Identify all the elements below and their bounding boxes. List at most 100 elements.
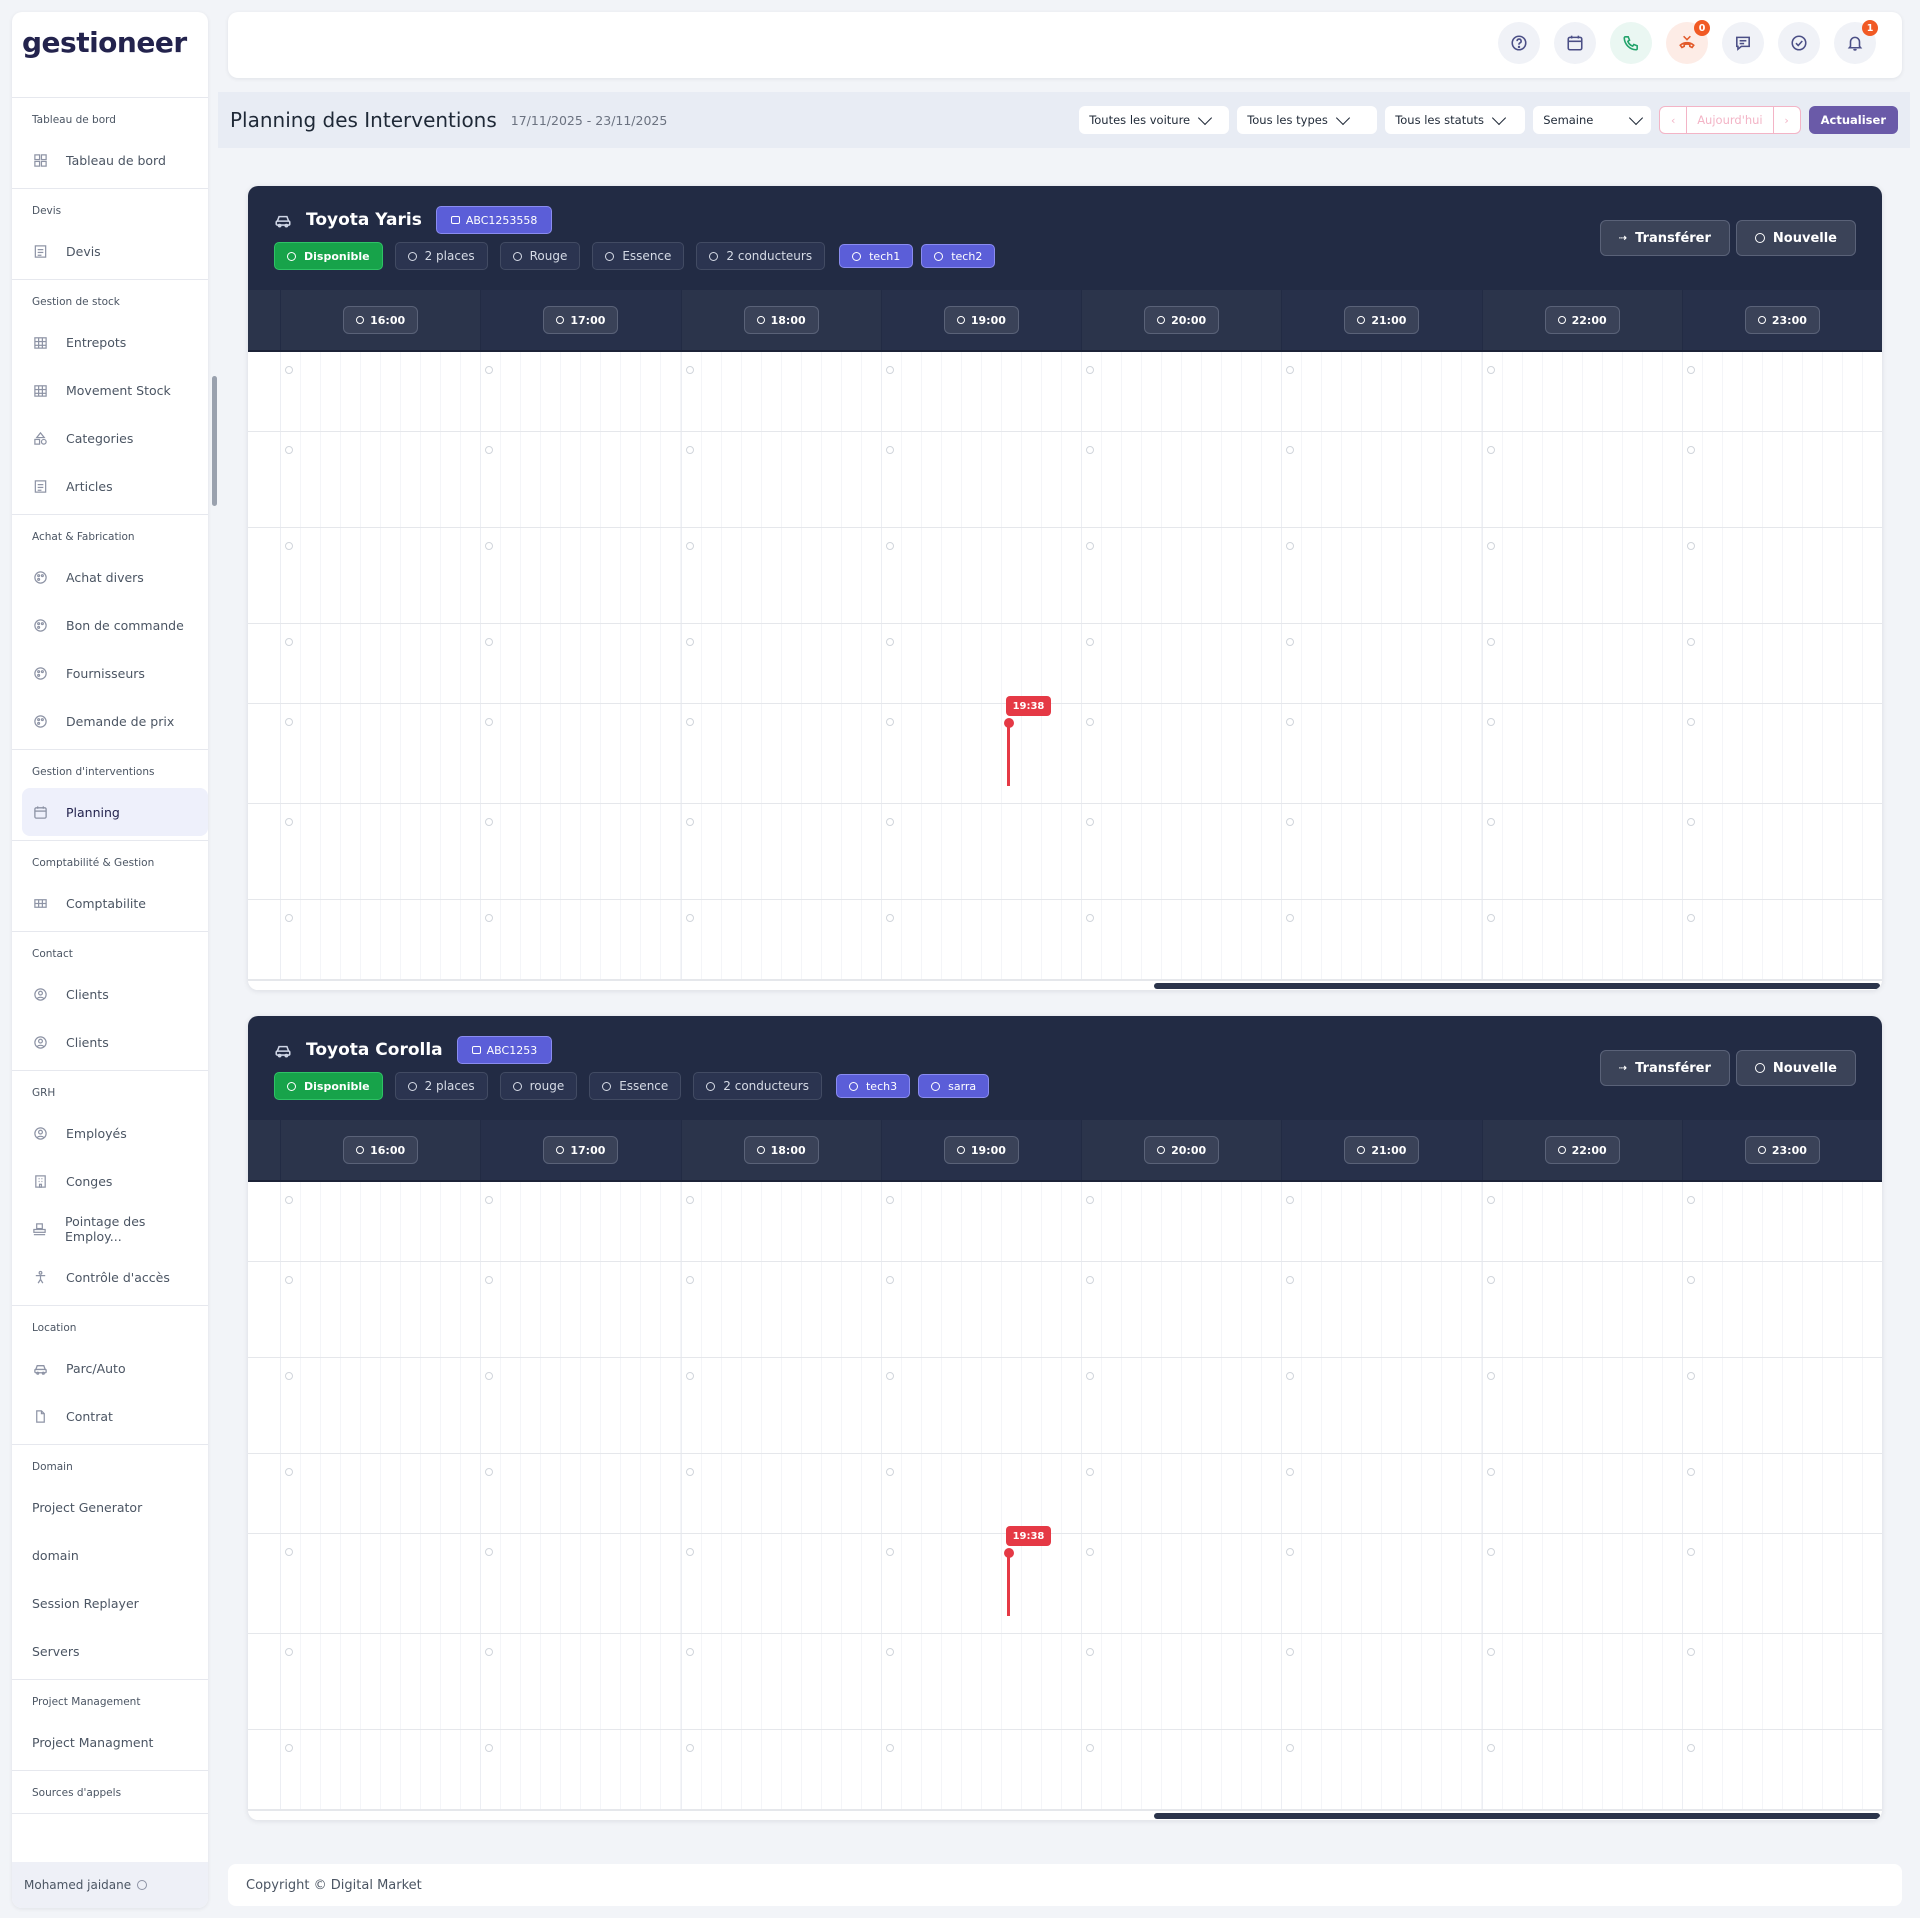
time-slot[interactable] xyxy=(1281,1534,1482,1633)
new-intervention-button[interactable]: Nouvelle xyxy=(1735,220,1856,256)
time-slot[interactable] xyxy=(880,900,1081,979)
time-slot[interactable] xyxy=(280,1634,481,1729)
time-slot[interactable] xyxy=(1281,528,1482,623)
time-slot[interactable] xyxy=(280,624,481,703)
time-slot[interactable] xyxy=(1481,1358,1682,1453)
sidebar-item-demande-de-prix[interactable]: Demande de prix xyxy=(12,697,208,745)
time-slot[interactable] xyxy=(880,1634,1081,1729)
technician-tag[interactable]: tech1 xyxy=(839,244,914,268)
time-slot[interactable] xyxy=(1481,432,1682,527)
time-slot[interactable] xyxy=(280,1730,481,1809)
time-slot[interactable] xyxy=(480,352,681,431)
time-slot[interactable] xyxy=(680,528,881,623)
time-slot[interactable] xyxy=(1081,1454,1282,1533)
time-slot[interactable] xyxy=(1481,352,1682,431)
time-slot[interactable] xyxy=(1281,900,1482,979)
time-slot[interactable] xyxy=(880,1358,1081,1453)
sidebar-item-devis[interactable]: Devis xyxy=(12,227,208,275)
time-slot[interactable] xyxy=(1081,1262,1282,1357)
missed-call-button[interactable]: 0 xyxy=(1666,20,1710,64)
sidebar-item-clients[interactable]: Clients xyxy=(12,1018,208,1066)
time-slot[interactable] xyxy=(880,704,1081,803)
time-slot[interactable] xyxy=(1281,1730,1482,1809)
time-slot[interactable] xyxy=(480,704,681,803)
prev-button[interactable]: ‹ xyxy=(1660,107,1686,133)
time-slot[interactable] xyxy=(1481,528,1682,623)
time-slot[interactable] xyxy=(1281,1182,1482,1261)
time-slot[interactable] xyxy=(1481,1454,1682,1533)
time-slot[interactable] xyxy=(1681,1454,1882,1533)
time-slot[interactable] xyxy=(880,352,1081,431)
time-slot[interactable] xyxy=(680,704,881,803)
horizontal-scrollbar[interactable] xyxy=(248,980,1882,990)
time-slot[interactable] xyxy=(680,624,881,703)
time-slot[interactable] xyxy=(280,1358,481,1453)
time-slot[interactable] xyxy=(480,1454,681,1533)
time-slot[interactable] xyxy=(1681,704,1882,803)
phone-button[interactable] xyxy=(1610,22,1652,64)
time-slot[interactable] xyxy=(1081,1634,1282,1729)
scrollbar-thumb[interactable] xyxy=(1154,983,1880,989)
sidebar-item-articles[interactable]: Articles xyxy=(12,462,208,510)
sidebar-item-project-managment[interactable]: Project Managment xyxy=(12,1718,208,1766)
time-slot[interactable] xyxy=(480,1730,681,1809)
time-slot[interactable] xyxy=(680,1634,881,1729)
scrollbar-thumb[interactable] xyxy=(1154,1813,1880,1819)
time-slot[interactable] xyxy=(280,352,481,431)
time-slot[interactable] xyxy=(1081,1730,1282,1809)
time-slot[interactable] xyxy=(280,900,481,979)
sidebar-item-movement-stock[interactable]: Movement Stock xyxy=(12,366,208,414)
time-slot[interactable] xyxy=(680,1358,881,1453)
help-button[interactable] xyxy=(1498,22,1540,64)
time-slot[interactable] xyxy=(1281,1358,1482,1453)
sidebar-item-parc-auto[interactable]: Parc/Auto xyxy=(12,1344,208,1392)
time-slot[interactable] xyxy=(480,528,681,623)
time-slot[interactable] xyxy=(1081,352,1282,431)
sidebar-item-project-generator[interactable]: Project Generator xyxy=(12,1483,208,1531)
time-slot[interactable] xyxy=(1081,804,1282,899)
time-slot[interactable] xyxy=(280,528,481,623)
time-slot[interactable] xyxy=(280,432,481,527)
time-slot[interactable] xyxy=(1481,1262,1682,1357)
calendar-button[interactable] xyxy=(1554,22,1596,64)
sidebar-item-achat-divers[interactable]: Achat divers xyxy=(12,553,208,601)
time-slot[interactable] xyxy=(480,1182,681,1261)
time-slot[interactable] xyxy=(1681,1358,1882,1453)
time-slot[interactable] xyxy=(1081,1182,1282,1261)
time-slot[interactable] xyxy=(1281,432,1482,527)
chat-button[interactable] xyxy=(1722,22,1764,64)
sidebar-item-session-replayer[interactable]: Session Replayer xyxy=(12,1579,208,1627)
sidebar-item-bon-de-commande[interactable]: Bon de commande xyxy=(12,601,208,649)
time-slot[interactable] xyxy=(1081,900,1282,979)
new-intervention-button[interactable]: Nouvelle xyxy=(1735,1050,1856,1086)
sidebar-item-planning[interactable]: Planning xyxy=(22,788,208,836)
time-slot[interactable] xyxy=(680,432,881,527)
transfer-button[interactable]: ⇢ Transférer xyxy=(1599,1050,1730,1086)
sidebar-item-tableau-de-bord[interactable]: Tableau de bord xyxy=(12,136,208,184)
time-slot[interactable] xyxy=(880,432,1081,527)
sidebar-item-contrat[interactable]: Contrat xyxy=(12,1392,208,1440)
time-slot[interactable] xyxy=(280,704,481,803)
time-slot[interactable] xyxy=(1681,1262,1882,1357)
sidebar-item-fournisseurs[interactable]: Fournisseurs xyxy=(12,649,208,697)
time-slot[interactable] xyxy=(1681,1534,1882,1633)
next-button[interactable]: › xyxy=(1774,107,1800,133)
time-slot[interactable] xyxy=(1281,804,1482,899)
time-slot[interactable] xyxy=(880,1182,1081,1261)
time-slot[interactable] xyxy=(1281,352,1482,431)
time-slot[interactable] xyxy=(680,1454,881,1533)
time-slot[interactable] xyxy=(880,1730,1081,1809)
time-slot[interactable] xyxy=(280,1262,481,1357)
time-slot[interactable] xyxy=(1681,624,1882,703)
type-filter[interactable]: Tous les types xyxy=(1237,106,1378,134)
time-slot[interactable] xyxy=(1681,900,1882,979)
time-slot[interactable] xyxy=(280,1534,481,1633)
time-slot[interactable] xyxy=(1681,1634,1882,1729)
time-slot[interactable] xyxy=(1481,1634,1682,1729)
sidebar-item-conges[interactable]: Conges xyxy=(12,1157,208,1205)
time-slot[interactable] xyxy=(1681,352,1882,431)
time-slot[interactable] xyxy=(1681,804,1882,899)
time-slot[interactable] xyxy=(280,1182,481,1261)
time-slot[interactable] xyxy=(1481,704,1682,803)
time-slot[interactable] xyxy=(1081,1358,1282,1453)
